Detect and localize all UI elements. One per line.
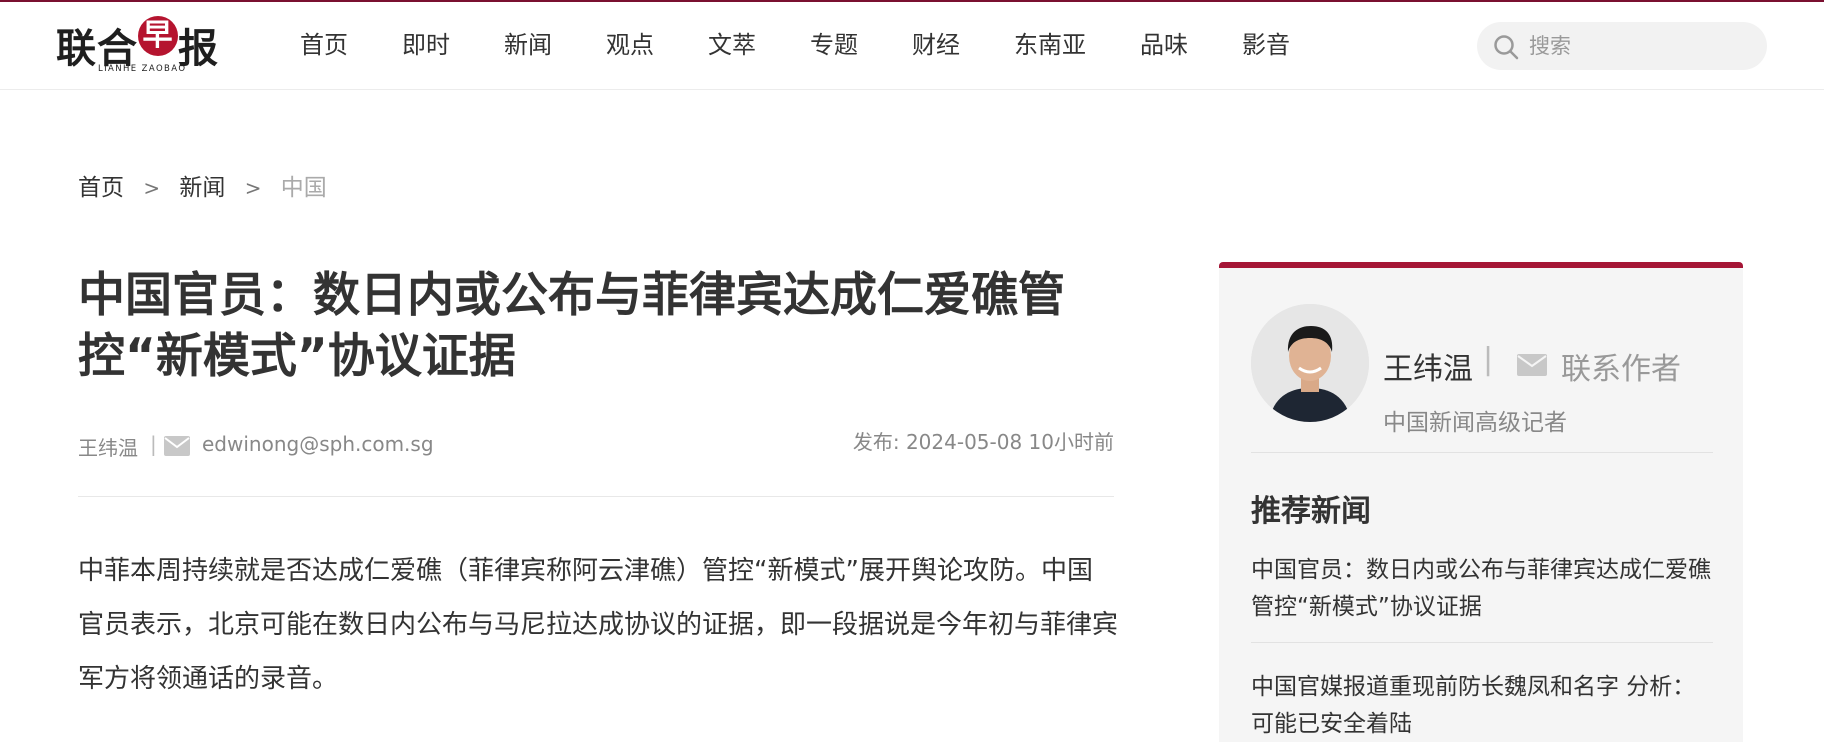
logo-english: LIANHE ZAOBAO — [98, 64, 187, 74]
mail-icon[interactable] — [1517, 354, 1547, 376]
recommended-item[interactable]: 中国官员：数日内或公布与菲律宾达成仁爱礁管控“新模式”协议证据 — [1251, 552, 1713, 626]
nav-item-home[interactable]: 首页 — [300, 26, 348, 64]
recommended-heading: 推荐新闻 — [1251, 494, 1371, 529]
nav-item-special[interactable]: 专题 — [810, 26, 858, 64]
meta-separator: | — [150, 432, 157, 456]
article-title: 中国官员：数日内或公布与菲律宾达成仁爱礁管控“新模式”协议证据 — [78, 268, 1065, 384]
meta-divider — [78, 496, 1114, 497]
author-role: 中国新闻高级记者 — [1383, 410, 1567, 436]
nav-item-finance[interactable]: 财经 — [912, 26, 960, 64]
author-email-link[interactable]: edwinong@sph.com.sg — [202, 432, 434, 456]
article-author[interactable]: 王纬温 — [78, 432, 138, 461]
nav-item-video[interactable]: 影音 — [1242, 26, 1290, 64]
site-logo[interactable]: 联合早报 LIANHE ZAOBAO — [56, 16, 226, 76]
nav-item-opinion[interactable]: 观点 — [606, 26, 654, 64]
author-sidebar: 王纬温 | 联系作者 中国新闻高级记者 推荐新闻 中国官员：数日内或公布与菲律宾… — [1219, 262, 1743, 742]
main-nav: 首页 即时 新闻 观点 文萃 专题 财经 东南亚 品味 影音 — [300, 26, 1344, 64]
recommended-item[interactable]: 中国官媒报道重现前防长魏凤和名字 分析：可能已安全着陆 — [1251, 669, 1713, 743]
breadcrumb: 首页 > 新闻 > 中国 — [78, 168, 327, 202]
sidebar-divider — [1251, 452, 1713, 453]
nav-item-digest[interactable]: 文萃 — [708, 26, 756, 64]
sidebar-divider — [1251, 642, 1713, 643]
author-avatar[interactable] — [1251, 304, 1369, 422]
search-icon[interactable] — [1493, 34, 1519, 60]
contact-author-link[interactable]: 联系作者 — [1561, 344, 1681, 388]
author-portrait — [1251, 304, 1369, 422]
nav-item-southeast-asia[interactable]: 东南亚 — [1014, 26, 1086, 64]
sidebar-author-name[interactable]: 王纬温 — [1383, 344, 1473, 388]
breadcrumb-separator: > — [244, 176, 262, 200]
article-meta: 王纬温 | edwinong@sph.com.sg 发布: 2024-05-08… — [78, 430, 1114, 470]
nav-item-news[interactable]: 新闻 — [504, 26, 552, 64]
nav-item-lifestyle[interactable]: 品味 — [1140, 26, 1188, 64]
publish-time: 发布: 2024-05-08 10小时前 — [852, 430, 1114, 454]
nav-item-realtime[interactable]: 即时 — [402, 26, 450, 64]
search-box[interactable] — [1477, 22, 1767, 70]
site-header: 联合早报 LIANHE ZAOBAO 首页 即时 新闻 观点 文萃 专题 财经 … — [0, 2, 1824, 90]
search-input[interactable] — [1529, 30, 1749, 62]
article-lede: 中菲本周持续就是否达成仁爱礁（菲律宾称阿云津礁）管控“新模式”展开舆论攻防。中国… — [78, 556, 1119, 694]
breadcrumb-separator: > — [143, 176, 161, 200]
breadcrumb-news[interactable]: 新闻 — [179, 175, 225, 201]
breadcrumb-home[interactable]: 首页 — [78, 175, 124, 201]
sidebar-author-separator: | — [1483, 342, 1494, 377]
breadcrumb-current: 中国 — [280, 175, 327, 201]
logo-badge: 早 — [138, 16, 178, 56]
mail-icon — [164, 436, 190, 456]
